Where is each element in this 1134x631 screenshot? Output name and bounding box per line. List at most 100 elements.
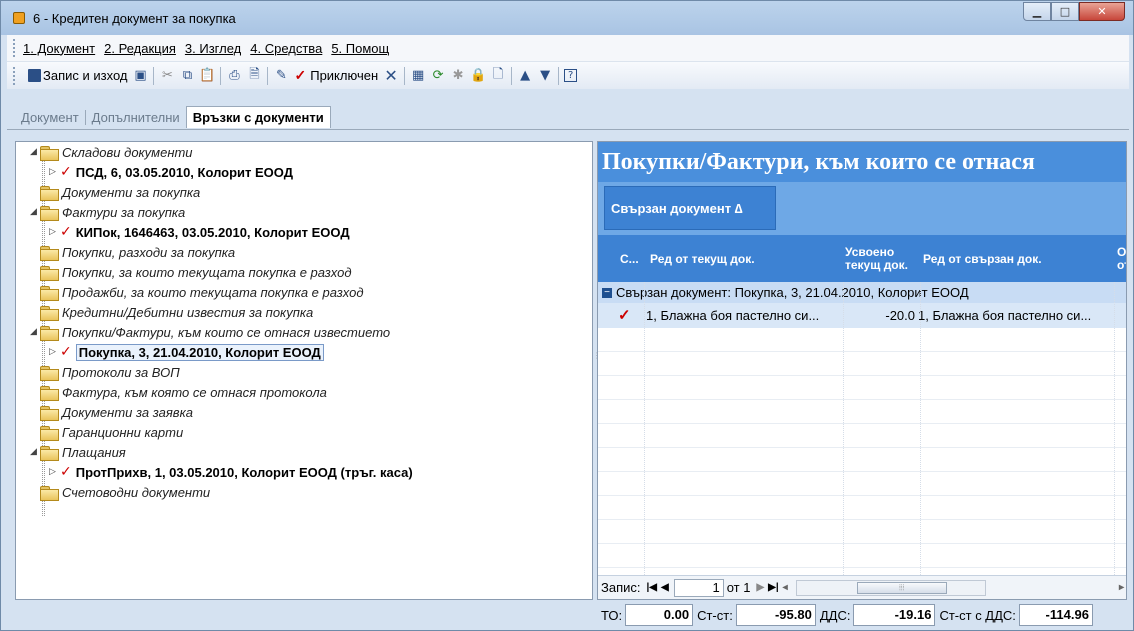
table-row[interactable]: ✓ 1, Блажна боя пастелно си... -20.0 1, …	[598, 303, 1126, 328]
grid-title: Покупки/Фактури, към които се отнася	[598, 142, 1126, 182]
minimize-button[interactable]: ▁	[1023, 2, 1051, 21]
to-value: 0.00	[625, 604, 694, 626]
expanded-arrow-icon[interactable]: ◢	[29, 327, 38, 337]
folder-icon	[40, 185, 59, 201]
refresh-icon[interactable]: ⟳	[430, 68, 446, 84]
tree-folder[interactable]: Кредитни/Дебитни известия за покупка	[16, 302, 313, 322]
tree-folder[interactable]: Гаранционни карти	[16, 422, 183, 442]
menu-bar: 1. Документ 2. Редакция 3. Изглед 4. Сре…	[7, 35, 1129, 61]
save-exit-button[interactable]: Запис и изход	[23, 65, 130, 87]
expanded-arrow-icon[interactable]: ◢	[29, 207, 38, 217]
folder-icon	[40, 265, 59, 281]
tree-folder[interactable]: Документи за заявка	[16, 402, 193, 422]
copy-icon[interactable]: ⧉	[179, 68, 195, 84]
window-title: 6 - Кредитен документ за покупка	[33, 10, 236, 26]
document-icon[interactable]: 🗋	[490, 67, 506, 84]
folder-icon	[40, 325, 59, 341]
collapsed-arrow-icon[interactable]: ▷	[48, 167, 57, 177]
tab-document-links[interactable]: Връзки с документи	[185, 106, 331, 128]
toolbar-grip	[13, 66, 17, 85]
lock-icon[interactable]: 🔒	[470, 68, 486, 84]
tree-folder[interactable]: Документи за покупка	[16, 182, 200, 202]
column-header-used[interactable]: Усвоено текущ док.	[845, 235, 915, 282]
grid-header: С... Ред от текущ док. Усвоено текущ док…	[598, 235, 1126, 282]
tree-folder[interactable]: Счетоводни документи	[16, 482, 210, 502]
scroll-right-icon[interactable]: ▸	[1119, 582, 1124, 593]
arrow-up-icon[interactable]: ▲	[517, 68, 533, 84]
main-window: 6 - Кредитен документ за покупка ▁ □ ✕ 1…	[0, 0, 1134, 631]
print-icon[interactable]: ⎙	[226, 68, 242, 84]
title-bar[interactable]: 6 - Кредитен документ за покупка ▁ □ ✕	[1, 1, 1133, 35]
collapsed-arrow-icon[interactable]: ▷	[48, 467, 57, 477]
group-panel: Свързан документ ∆	[598, 182, 1126, 235]
scroll-thumb[interactable]: ⦙⦙⦙	[856, 581, 947, 594]
group-row[interactable]: − Свързан документ: Покупка, 3, 21.04.20…	[598, 282, 1126, 303]
scroll-left-icon[interactable]: ◂	[783, 582, 788, 593]
completed-toggle[interactable]: ✓ Приключен	[291, 65, 381, 87]
expanded-arrow-icon[interactable]: ◢	[29, 147, 38, 157]
menu-help[interactable]: 5. Помощ	[331, 41, 389, 56]
value-amount: -95.80	[735, 604, 816, 626]
tree-folder[interactable]: ◢ Покупки/Фактури, към които се отнася и…	[16, 322, 390, 342]
horizontal-scrollbar[interactable]: ⦙⦙⦙	[795, 579, 986, 596]
save-icon[interactable]: ▣	[132, 68, 148, 84]
group-by-linked-document-button[interactable]: Свързан документ ∆	[604, 186, 776, 230]
tree-folder[interactable]: Протоколи за ВОП	[16, 362, 180, 382]
check-icon: ✓	[60, 464, 72, 480]
tree-folder[interactable]: ◢ Складови документи	[16, 142, 193, 162]
folder-icon	[40, 425, 59, 441]
maximize-button[interactable]: □	[1051, 2, 1079, 21]
folder-icon	[40, 445, 59, 461]
edit-document-icon[interactable]: ✎	[273, 68, 289, 84]
folder-icon	[40, 405, 59, 421]
record-navigator: Запис: |◀ ◀ 1 от 1 ▶ ▶| ◂ ⦙⦙⦙ ▸	[598, 575, 1126, 599]
collapsed-arrow-icon[interactable]: ▷	[48, 227, 57, 237]
arrow-down-icon[interactable]: ▼	[537, 68, 553, 84]
tree-folder[interactable]: Покупки, за които текущата покупка е раз…	[16, 262, 352, 282]
last-record-button[interactable]: ▶|	[768, 582, 779, 593]
column-header-other[interactable]: О от	[1117, 235, 1126, 282]
print-preview-icon[interactable]: 🗎	[246, 67, 262, 84]
record-number-input[interactable]: 1	[673, 578, 724, 597]
menu-tools[interactable]: 4. Средства	[250, 41, 322, 56]
tree-folder[interactable]: ◢ Фактури за покупка	[16, 202, 185, 222]
prev-record-button[interactable]: ◀	[661, 582, 669, 593]
tree-document[interactable]: ▷ ✓ ПСД, 6, 03.05.2010, Колорит ЕООД	[16, 162, 293, 182]
column-header-linked-row[interactable]: Ред от свързан док.	[923, 235, 1113, 282]
collapsed-arrow-icon[interactable]: ▷	[48, 347, 57, 357]
tree-document[interactable]: ▷ ✓ ПротПрихв, 1, 03.05.2010, Колорит ЕО…	[16, 462, 413, 482]
cell-used: -20.0	[885, 308, 915, 323]
tree-folder[interactable]: Покупки, разходи за покупка	[16, 242, 235, 262]
column-header-status[interactable]: С...	[620, 235, 642, 282]
first-record-button[interactable]: |◀	[647, 582, 658, 593]
app-icon	[13, 12, 25, 24]
calculator-icon[interactable]: ▦	[410, 68, 426, 84]
folder-icon	[40, 205, 59, 221]
selected-document: Покупка, 3, 21.04.2010, Колорит ЕООД	[75, 343, 324, 361]
collapse-icon[interactable]: −	[602, 287, 612, 298]
cut-icon[interactable]: ✂	[159, 68, 175, 84]
next-record-button[interactable]: ▶	[756, 582, 764, 593]
column-header-current-row[interactable]: Ред от текущ док.	[650, 235, 840, 282]
paste-icon[interactable]: 📋	[199, 68, 215, 84]
folder-icon	[40, 145, 59, 161]
close-button[interactable]: ✕	[1079, 2, 1125, 21]
tree-document[interactable]: ▷ ✓ Покупка, 3, 21.04.2010, Колорит ЕООД	[16, 342, 324, 362]
tree-folder[interactable]: ◢ Плащания	[16, 442, 126, 462]
expanded-arrow-icon[interactable]: ◢	[29, 447, 38, 457]
cell-current-row: 1, Блажна боя пастелно си...	[646, 308, 820, 323]
linked-documents-tree[interactable]: ◢ Складови документи ▷ ✓ ПСД, 6, 03.05.2…	[15, 141, 593, 600]
tab-additional[interactable]: Допълнителни	[86, 110, 186, 125]
total-with-vat: -114.96	[1018, 604, 1093, 626]
menu-document[interactable]: 1. Документ	[23, 41, 95, 56]
settings-icon[interactable]: ✱	[450, 68, 466, 84]
tab-document[interactable]: Документ	[15, 109, 86, 125]
vat-amount: -19.16	[853, 604, 936, 626]
menu-edit[interactable]: 2. Редакция	[104, 41, 176, 56]
tree-document[interactable]: ▷ ✓ КИПок, 1646463, 03.05.2010, Колорит …	[16, 222, 350, 242]
help-icon[interactable]: ?	[564, 69, 578, 82]
delete-icon[interactable]: ✕	[383, 66, 399, 85]
menu-view[interactable]: 3. Изглед	[185, 41, 241, 56]
tree-folder[interactable]: Продажби, за които текущата покупка е ра…	[16, 282, 364, 302]
tree-folder[interactable]: Фактура, към която се отнася протокола	[16, 382, 327, 402]
